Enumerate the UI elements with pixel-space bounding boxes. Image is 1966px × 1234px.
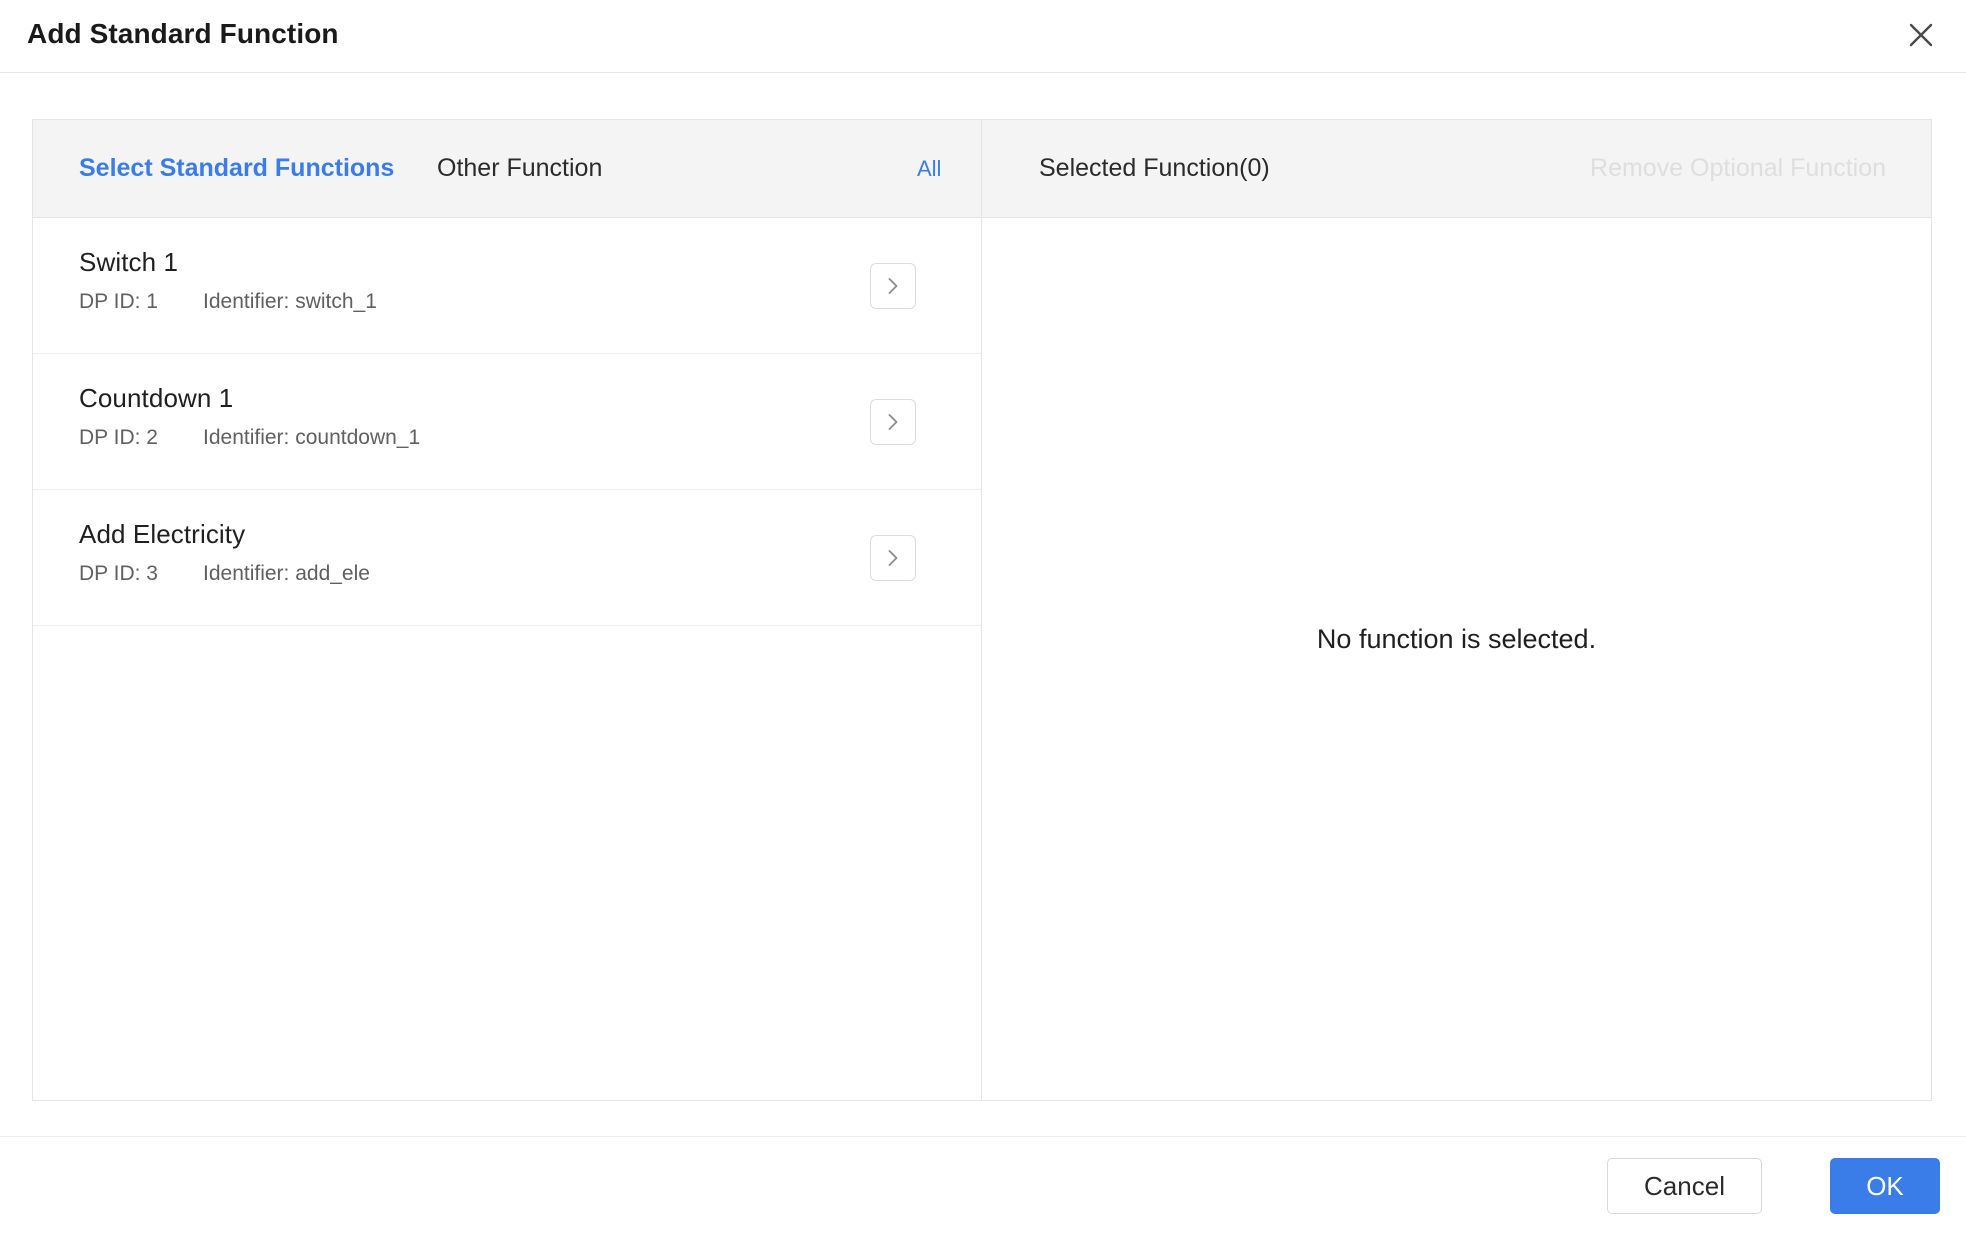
tab-other-function[interactable]: Other Function: [437, 154, 602, 183]
add-function-button[interactable]: [870, 262, 916, 309]
function-info: Switch 1 DP ID: 1 Identifier: switch_1: [79, 246, 377, 315]
function-dp-id: DP ID: 1: [79, 290, 158, 313]
function-meta: DP ID: 3 Identifier: add_ele: [79, 561, 370, 587]
remove-optional-function-button[interactable]: Remove Optional Function: [1590, 154, 1886, 183]
function-dp-id: DP ID: 3: [79, 562, 158, 585]
chevron-right-icon: [882, 547, 904, 569]
function-name: Countdown 1: [79, 383, 234, 413]
page-title: Add Standard Function: [27, 18, 339, 49]
add-function-button[interactable]: [870, 398, 916, 445]
dialog-header: Add Standard Function: [0, 0, 1966, 73]
function-name: Switch 1: [79, 247, 179, 277]
selected-functions-panel: Selected Function(0) Remove Optional Fun…: [982, 120, 1931, 1100]
selected-function-title: Selected Function(0): [1039, 154, 1270, 182]
function-identifier: Identifier: add_ele: [203, 562, 370, 585]
right-panel-header: Selected Function(0) Remove Optional Fun…: [982, 120, 1931, 218]
chevron-right-icon: [882, 275, 904, 297]
list-item[interactable]: Add Electricity DP ID: 3 Identifier: add…: [33, 490, 981, 626]
empty-state-message: No function is selected.: [1316, 623, 1597, 654]
cancel-button[interactable]: Cancel: [1607, 1158, 1762, 1214]
chevron-right-icon: [882, 411, 904, 433]
close-button[interactable]: [1894, 8, 1948, 62]
all-filter-link[interactable]: All: [917, 156, 941, 182]
dialog-body: Select Standard Functions Other Function…: [32, 119, 1932, 1101]
tab-select-standard-functions[interactable]: Select Standard Functions: [79, 154, 394, 183]
add-function-button[interactable]: [870, 534, 916, 581]
function-meta: DP ID: 2 Identifier: countdown_1: [79, 425, 420, 451]
function-identifier: Identifier: switch_1: [203, 290, 377, 313]
function-identifier: Identifier: countdown_1: [203, 426, 421, 449]
function-list: Switch 1 DP ID: 1 Identifier: switch_1 C…: [33, 218, 981, 1100]
function-info: Countdown 1 DP ID: 2 Identifier: countdo…: [79, 382, 420, 451]
function-dp-id: DP ID: 2: [79, 426, 158, 449]
close-icon: [1906, 20, 1936, 50]
function-meta: DP ID: 1 Identifier: switch_1: [79, 289, 377, 315]
selected-functions-empty-state: No function is selected.: [982, 218, 1931, 1100]
list-item[interactable]: Countdown 1 DP ID: 2 Identifier: countdo…: [33, 354, 981, 490]
function-info: Add Electricity DP ID: 3 Identifier: add…: [79, 518, 370, 587]
function-name: Add Electricity: [79, 519, 246, 549]
list-item[interactable]: Switch 1 DP ID: 1 Identifier: switch_1: [33, 218, 981, 354]
standard-functions-panel: Select Standard Functions Other Function…: [33, 120, 982, 1100]
left-panel-header: Select Standard Functions Other Function…: [33, 120, 981, 218]
dialog-footer: Cancel OK: [0, 1136, 1966, 1234]
ok-button[interactable]: OK: [1830, 1158, 1940, 1214]
